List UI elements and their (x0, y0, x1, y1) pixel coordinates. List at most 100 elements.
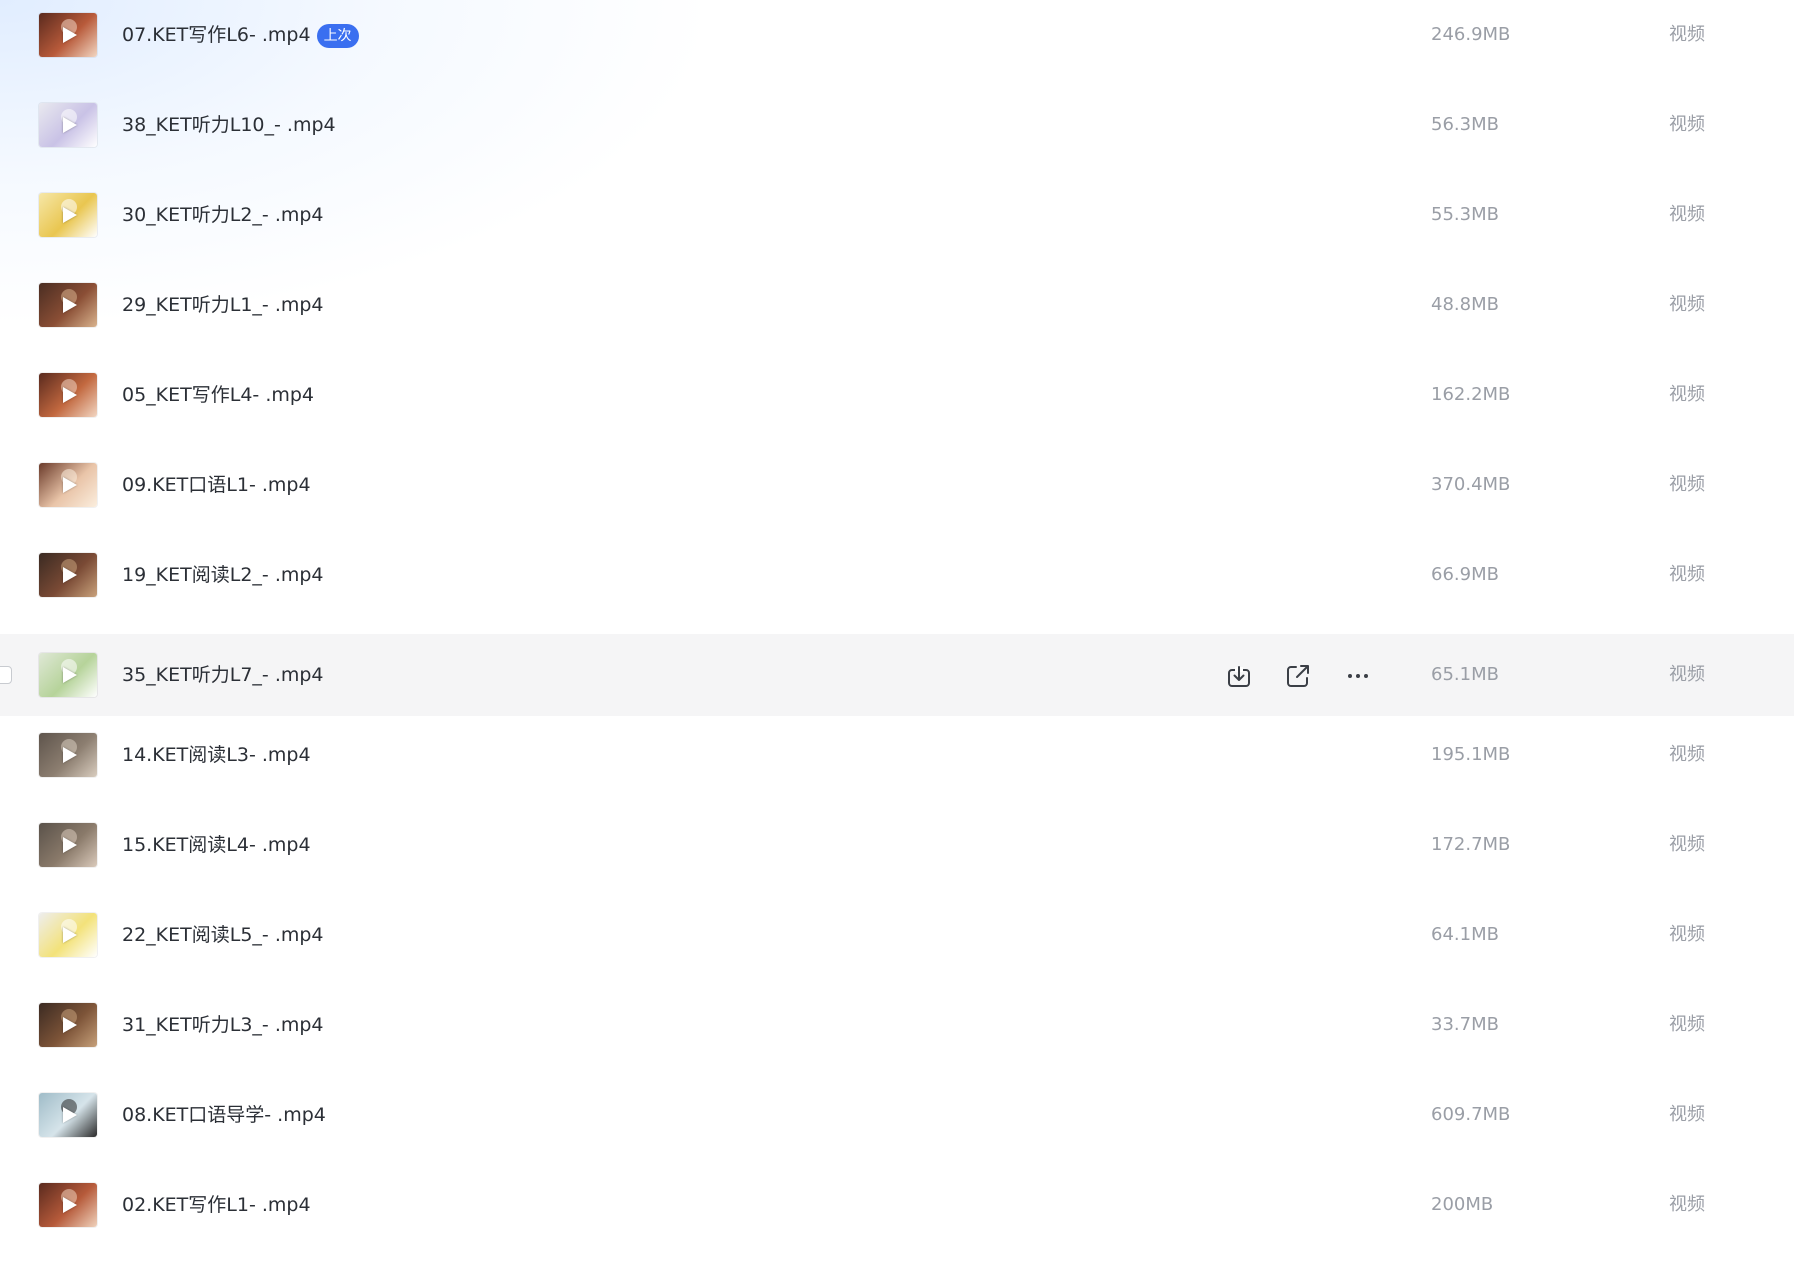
play-icon (63, 747, 77, 763)
video-thumbnail[interactable] (39, 283, 97, 327)
file-row[interactable]: 05_KET写作L4- .mp4 162.2MB 视频 (0, 360, 1794, 450)
video-thumbnail[interactable] (39, 193, 97, 237)
file-name-text: 31_KET听力L3_- .mp4 (122, 1014, 324, 1036)
file-type: 视频 (1669, 384, 1705, 405)
file-type: 视频 (1669, 924, 1705, 945)
download-icon[interactable] (1224, 661, 1254, 691)
video-thumbnail[interactable] (39, 1093, 97, 1137)
file-type: 视频 (1669, 1104, 1705, 1125)
file-name[interactable]: 15.KET阅读L4- .mp4 (122, 832, 311, 858)
file-row[interactable]: 08.KET口语导学- .mp4 609.7MB 视频 (0, 1080, 1794, 1170)
file-name[interactable]: 38_KET听力L10_- .mp4 (122, 112, 336, 138)
play-icon (63, 117, 77, 133)
play-icon (63, 207, 77, 223)
file-type: 视频 (1669, 834, 1705, 855)
file-name[interactable]: 02.KET写作L1- .mp4 (122, 1192, 311, 1218)
file-name-text: 15.KET阅读L4- .mp4 (122, 834, 311, 856)
file-name[interactable]: 29_KET听力L1_- .mp4 (122, 292, 324, 318)
file-row[interactable]: 29_KET听力L1_- .mp4 48.8MB 视频 (0, 270, 1794, 360)
more-icon[interactable] (1343, 661, 1373, 691)
file-name[interactable]: 14.KET阅读L3- .mp4 (122, 742, 311, 768)
file-size: 370.4MB (1431, 474, 1511, 495)
video-thumbnail[interactable] (39, 823, 97, 867)
video-thumbnail[interactable] (39, 1183, 97, 1227)
file-type: 视频 (1669, 474, 1705, 495)
video-thumbnail[interactable] (39, 733, 97, 777)
file-size: 66.9MB (1431, 564, 1499, 585)
file-name[interactable]: 30_KET听力L2_- .mp4 (122, 202, 324, 228)
file-name[interactable]: 08.KET口语导学- .mp4 (122, 1102, 326, 1128)
play-icon (63, 1197, 77, 1213)
file-type: 视频 (1669, 744, 1705, 765)
file-name[interactable]: 09.KET口语L1- .mp4 (122, 472, 311, 498)
file-size: 172.7MB (1431, 834, 1511, 855)
share-icon[interactable] (1283, 661, 1313, 691)
play-icon (63, 477, 77, 493)
play-icon (63, 387, 77, 403)
file-name-text: 09.KET口语L1- .mp4 (122, 474, 311, 496)
video-thumbnail[interactable] (39, 13, 97, 57)
file-name-text: 29_KET听力L1_- .mp4 (122, 294, 324, 316)
video-thumbnail[interactable] (39, 373, 97, 417)
play-icon (63, 667, 77, 683)
file-size: 195.1MB (1431, 744, 1511, 765)
file-size: 55.3MB (1431, 204, 1499, 225)
file-type: 视频 (1669, 114, 1705, 135)
video-thumbnail[interactable] (39, 913, 97, 957)
file-row[interactable]: 30_KET听力L2_- .mp4 55.3MB 视频 (0, 180, 1794, 270)
file-type: 视频 (1669, 664, 1705, 685)
file-name-text: 22_KET阅读L5_- .mp4 (122, 924, 324, 946)
file-type: 视频 (1669, 1194, 1705, 1215)
video-thumbnail[interactable] (39, 653, 97, 697)
file-row[interactable]: 19_KET阅读L2_- .mp4 66.9MB 视频 (0, 540, 1794, 630)
file-name-text: 08.KET口语导学- .mp4 (122, 1104, 326, 1126)
file-size: 33.7MB (1431, 1014, 1499, 1035)
file-row[interactable]: 31_KET听力L3_- .mp4 33.7MB 视频 (0, 990, 1794, 1080)
file-name[interactable]: 35_KET听力L7_- .mp4 (122, 662, 324, 688)
file-type: 视频 (1669, 564, 1705, 585)
file-name[interactable]: 22_KET阅读L5_- .mp4 (122, 922, 324, 948)
file-name-text: 02.KET写作L1- .mp4 (122, 1194, 311, 1216)
file-size: 65.1MB (1431, 664, 1499, 685)
file-row[interactable]: 09.KET口语L1- .mp4 370.4MB 视频 (0, 450, 1794, 540)
file-row[interactable]: 07.KET写作L6- .mp4 上次 246.9MB 视频 (0, 0, 1794, 90)
file-list: 07.KET写作L6- .mp4 上次 246.9MB 视频 38_KET听力L10_-… (0, 0, 1794, 1260)
file-name[interactable]: 07.KET写作L6- .mp4 上次 (122, 22, 359, 48)
file-size: 162.2MB (1431, 384, 1511, 405)
video-thumbnail[interactable] (39, 103, 97, 147)
file-type: 视频 (1669, 24, 1705, 45)
file-name-text: 07.KET写作L6- .mp4 (122, 24, 311, 46)
file-row[interactable]: 02.KET写作L1- .mp4 200MB 视频 (0, 1170, 1794, 1260)
file-size: 56.3MB (1431, 114, 1499, 135)
file-name[interactable]: 05_KET写作L4- .mp4 (122, 382, 314, 408)
file-row[interactable]: 15.KET阅读L4- .mp4 172.7MB 视频 (0, 810, 1794, 900)
file-type: 视频 (1669, 1014, 1705, 1035)
play-icon (63, 1017, 77, 1033)
file-name[interactable]: 31_KET听力L3_- .mp4 (122, 1012, 324, 1038)
file-name-text: 19_KET阅读L2_- .mp4 (122, 564, 324, 586)
file-size: 48.8MB (1431, 294, 1499, 315)
file-row[interactable]: 38_KET听力L10_- .mp4 56.3MB 视频 (0, 90, 1794, 180)
file-size: 609.7MB (1431, 1104, 1511, 1125)
play-icon (63, 297, 77, 313)
file-type: 视频 (1669, 204, 1705, 225)
row-checkbox[interactable] (0, 666, 12, 684)
file-name[interactable]: 19_KET阅读L2_- .mp4 (122, 562, 324, 588)
file-size: 200MB (1431, 1194, 1494, 1215)
video-thumbnail[interactable] (39, 463, 97, 507)
play-icon (63, 567, 77, 583)
file-size: 64.1MB (1431, 924, 1499, 945)
file-name-text: 14.KET阅读L3- .mp4 (122, 744, 311, 766)
play-icon (63, 837, 77, 853)
file-row[interactable]: 14.KET阅读L3- .mp4 195.1MB 视频 (0, 720, 1794, 810)
file-name-text: 05_KET写作L4- .mp4 (122, 384, 315, 406)
play-icon (63, 927, 77, 943)
file-row[interactable]: 22_KET阅读L5_- .mp4 64.1MB 视频 (0, 900, 1794, 990)
play-icon (63, 1107, 77, 1123)
file-name-text: 35_KET听力L7_- .mp4 (122, 664, 324, 686)
video-thumbnail[interactable] (39, 553, 97, 597)
video-thumbnail[interactable] (39, 1003, 97, 1047)
file-size: 246.9MB (1431, 24, 1511, 45)
last-opened-badge: 上次 (316, 24, 359, 48)
file-row[interactable]: 35_KET听力L7_- .mp4 65.1MB 视频 (0, 634, 1794, 716)
